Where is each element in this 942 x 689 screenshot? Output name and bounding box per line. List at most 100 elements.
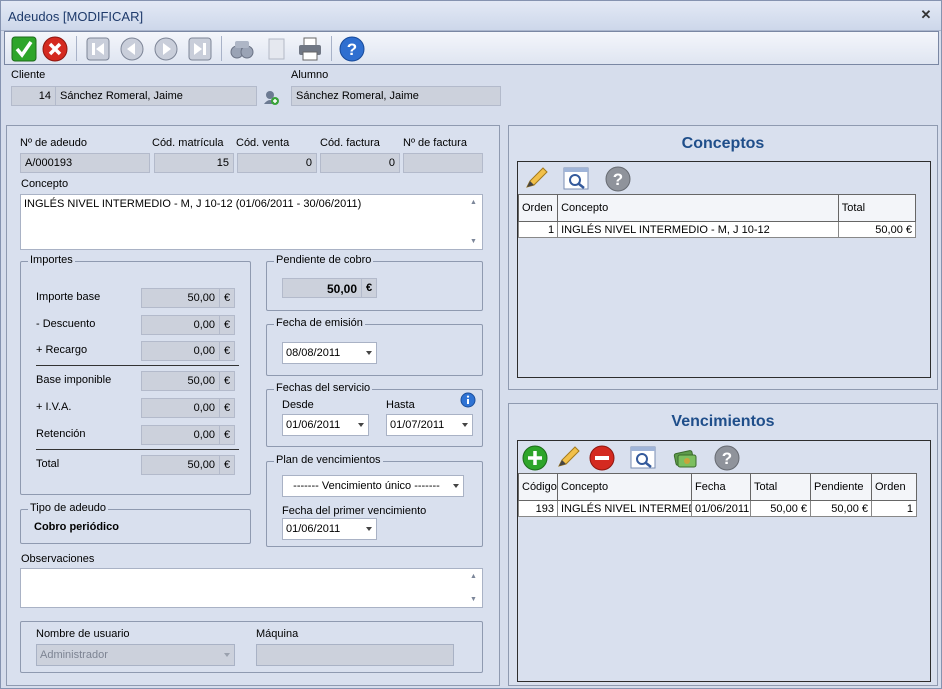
currency-label: €: [219, 315, 235, 335]
money-icon[interactable]: [671, 444, 699, 474]
info-icon[interactable]: [460, 392, 476, 408]
observaciones-scrollbar[interactable]: ▲ ▼: [466, 570, 481, 606]
total-label: Total: [36, 458, 60, 470]
currency-label: €: [219, 455, 235, 475]
iva-field[interactable]: 0,00: [141, 398, 220, 418]
help-grey-icon[interactable]: ?: [604, 165, 632, 195]
cell-pendiente[interactable]: 50,00 €: [810, 500, 872, 517]
search-binoculars-icon[interactable]: [228, 35, 256, 63]
col-header-codigo[interactable]: Código: [518, 473, 558, 501]
toolbar: ?: [4, 31, 939, 65]
total-field[interactable]: 50,00: [141, 455, 220, 475]
search-magnifier-icon[interactable]: [629, 444, 657, 474]
table-header: Código Concepto Fecha Total Pendiente Or…: [518, 473, 917, 501]
close-icon[interactable]: ✕: [919, 8, 933, 22]
col-header-concepto[interactable]: Concepto: [557, 473, 692, 501]
cliente-name-field[interactable]: Sánchez Romeral, Jaime: [55, 86, 257, 106]
cliente-code-field[interactable]: 14: [11, 86, 56, 106]
concepto-text: INGLÉS NIVEL INTERMEDIO - M, J 10-12 (01…: [24, 198, 362, 210]
cancel-icon[interactable]: [41, 35, 69, 63]
cell-concepto[interactable]: INGLÉS NIVEL INTERMEDIO: [557, 500, 692, 517]
desde-date-value: 01/06/2011: [286, 419, 341, 431]
factura-field[interactable]: 0: [320, 153, 400, 173]
usuario-label: Nombre de usuario: [36, 628, 130, 640]
col-header-orden[interactable]: Orden: [871, 473, 917, 501]
col-header-pendiente[interactable]: Pendiente: [810, 473, 872, 501]
hasta-date-picker[interactable]: 01/07/2011: [386, 414, 473, 436]
previous-record-icon[interactable]: [118, 35, 146, 63]
col-header-total[interactable]: Total: [750, 473, 811, 501]
last-record-icon[interactable]: [186, 35, 214, 63]
conceptos-table: Orden Concepto Total 1 INGLÉS NIVEL INTE…: [517, 194, 917, 238]
table-row[interactable]: 1 INGLÉS NIVEL INTERMEDIO - M, J 10-12 5…: [517, 221, 917, 238]
tipo-value: Cobro periódico: [34, 521, 119, 533]
next-record-icon[interactable]: [152, 35, 180, 63]
remove-icon[interactable]: [588, 444, 616, 474]
base-imponible-field[interactable]: 50,00: [141, 371, 220, 391]
vencimientos-table: Código Concepto Fecha Total Pendiente Or…: [518, 473, 917, 517]
col-header-fecha[interactable]: Fecha: [691, 473, 751, 501]
cell-concepto[interactable]: INGLÉS NIVEL INTERMEDIO - M, J 10-12: [557, 221, 839, 238]
nfactura-label: Nº de factura: [403, 137, 467, 149]
recargo-field[interactable]: 0,00: [141, 341, 220, 361]
edit-pencil-icon[interactable]: [554, 444, 582, 474]
chevron-down-icon: [453, 484, 459, 488]
print-icon[interactable]: [296, 35, 324, 63]
plan-select[interactable]: ------- Vencimiento único -------: [282, 475, 464, 497]
col-header-concepto[interactable]: Concepto: [557, 194, 839, 222]
divider: [36, 365, 239, 366]
retencion-field[interactable]: 0,00: [141, 425, 220, 445]
descuento-field[interactable]: 0,00: [141, 315, 220, 335]
search-magnifier-icon[interactable]: [562, 165, 590, 195]
concepto-textarea[interactable]: INGLÉS NIVEL INTERMEDIO - M, J 10-12 (01…: [20, 194, 483, 250]
emision-title: Fecha de emisión: [274, 317, 365, 329]
iva-label: + I.V.A.: [36, 401, 72, 413]
svg-text:?: ?: [347, 40, 357, 59]
emision-date-picker[interactable]: 08/08/2011: [282, 342, 377, 364]
accept-icon[interactable]: [10, 35, 38, 63]
currency-label: €: [361, 278, 377, 298]
add-client-icon[interactable]: [263, 89, 279, 105]
observaciones-label: Observaciones: [21, 553, 95, 565]
chevron-down-icon: [366, 527, 372, 531]
pendiente-field[interactable]: 50,00: [282, 278, 362, 298]
maquina-label: Máquina: [256, 628, 299, 640]
tipo-title: Tipo de adeudo: [28, 502, 109, 514]
table-header: Orden Concepto Total: [517, 194, 917, 222]
cell-codigo[interactable]: 193: [518, 500, 558, 517]
document-icon[interactable]: [262, 35, 290, 63]
nfactura-field[interactable]: [403, 153, 483, 173]
descuento-label: - Descuento: [36, 318, 96, 330]
cell-orden[interactable]: 1: [871, 500, 917, 517]
usuario-select[interactable]: Administrador: [36, 644, 235, 666]
adeudo-panel: Nº de adeudo A/000193 Cód. matrícula 15 …: [6, 125, 500, 686]
cell-orden[interactable]: 1: [517, 221, 559, 238]
desde-date-picker[interactable]: 01/06/2011: [282, 414, 369, 436]
first-record-icon[interactable]: [84, 35, 112, 63]
col-header-orden[interactable]: Orden: [517, 194, 559, 222]
venta-field[interactable]: 0: [237, 153, 317, 173]
table-row[interactable]: 193 INGLÉS NIVEL INTERMEDIO 01/06/2011 5…: [518, 500, 917, 517]
primer-vencimiento-date-picker[interactable]: 01/06/2011: [282, 518, 377, 540]
window: Adeudos [MODIFICAR] ✕ ? Cliente 14 Sánch…: [0, 0, 942, 689]
help-icon[interactable]: ?: [338, 35, 366, 63]
cell-total[interactable]: 50,00 €: [750, 500, 811, 517]
help-grey-icon[interactable]: ?: [713, 444, 741, 474]
matricula-field[interactable]: 15: [154, 153, 234, 173]
hasta-date-value: 01/07/2011: [390, 419, 445, 431]
num-adeudo-field[interactable]: A/000193: [20, 153, 150, 173]
maquina-field[interactable]: [256, 644, 454, 666]
observaciones-textarea[interactable]: ▲ ▼: [20, 568, 483, 608]
edit-pencil-icon[interactable]: [522, 165, 550, 195]
venta-label: Cód. venta: [236, 137, 290, 149]
concepto-scrollbar[interactable]: ▲ ▼: [466, 196, 481, 248]
cell-total[interactable]: 50,00 €: [837, 221, 917, 238]
conceptos-panel: Conceptos ? Orden Concepto Total 1 INGLÉ…: [508, 125, 938, 390]
add-icon[interactable]: [521, 444, 549, 474]
cell-fecha[interactable]: 01/06/2011: [691, 500, 751, 517]
alumno-name-field[interactable]: Sánchez Romeral, Jaime: [291, 86, 501, 106]
col-header-total[interactable]: Total: [837, 194, 917, 222]
currency-label: €: [219, 288, 235, 308]
plan-title: Plan de vencimientos: [274, 454, 383, 466]
importe-base-field[interactable]: 50,00: [141, 288, 220, 308]
